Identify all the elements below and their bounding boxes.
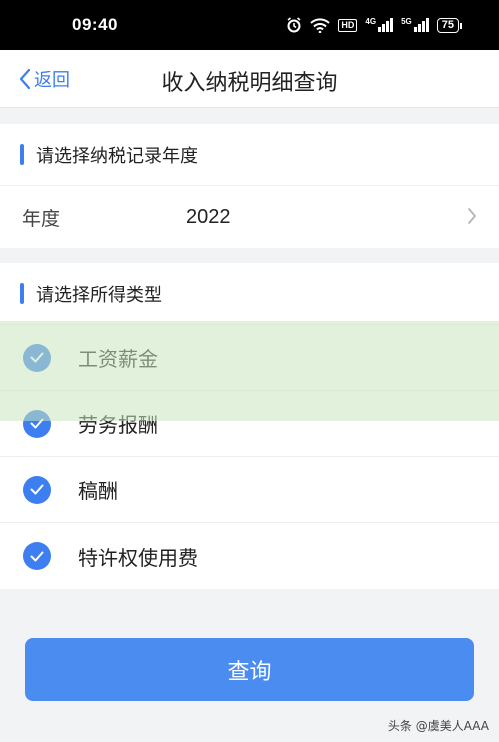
network-4g-label: 4G [365, 17, 377, 26]
year-section-title: 请选择纳税记录年度 [36, 145, 198, 167]
income-type-label: 劳务报酬 [78, 413, 158, 437]
income-type-item[interactable]: 稿酬 [0, 457, 499, 523]
section-accent-bar [20, 144, 24, 165]
watermark-credit: 头条 @虞美人AAA [387, 719, 489, 733]
checkbox-checked-icon[interactable] [23, 542, 51, 570]
income-type-item[interactable]: 特许权使用费 [0, 523, 499, 589]
income-type-label: 特许权使用费 [78, 545, 198, 570]
status-time: 09:40 [72, 15, 118, 34]
income-type-list: 工资薪金 劳务报酬 稿酬 特许权使用费 [0, 325, 499, 589]
signal-5g-icon: 5G [401, 18, 429, 32]
checkbox-checked-icon[interactable] [23, 475, 51, 504]
chevron-right-icon [468, 208, 477, 224]
year-section: 请选择纳税记录年度 年度 2022 [0, 124, 499, 248]
nav-bar: 返回 收入纳税明细查询 [0, 50, 499, 108]
income-type-label: 稿酬 [78, 479, 118, 503]
battery-indicator: 75 [436, 17, 463, 33]
income-type-item[interactable]: 工资薪金 [0, 325, 499, 391]
income-section: 请选择所得类型 工资薪金 劳务报酬 稿酬 特许权使用费 [0, 263, 499, 589]
checkbox-checked-icon[interactable] [23, 343, 51, 372]
year-section-header: 请选择纳税记录年度 [0, 124, 499, 186]
section-accent-bar [20, 283, 24, 304]
network-5g-label: 5G [401, 17, 412, 26]
year-selector[interactable]: 年度 2022 [0, 186, 499, 248]
query-button[interactable]: 查询 [25, 638, 474, 701]
alarm-icon [287, 17, 301, 33]
income-type-item[interactable]: 劳务报酬 [0, 391, 499, 457]
income-section-header: 请选择所得类型 [0, 263, 499, 325]
hd-icon: HD [338, 18, 358, 32]
status-icons: HD 4G 5G 75 [286, 17, 463, 33]
year-label: 年度 [22, 207, 61, 230]
year-value: 2022 [186, 205, 231, 228]
income-type-label: 工资薪金 [78, 347, 158, 371]
checkbox-checked-icon[interactable] [23, 409, 51, 438]
wifi-icon [310, 17, 331, 33]
page-title: 收入纳税明细查询 [161, 71, 338, 96]
status-bar: 09:40 HD 4G 5G 75 [0, 0, 499, 50]
income-section-title: 请选择所得类型 [36, 284, 162, 306]
signal-4g-icon: 4G [365, 17, 394, 32]
